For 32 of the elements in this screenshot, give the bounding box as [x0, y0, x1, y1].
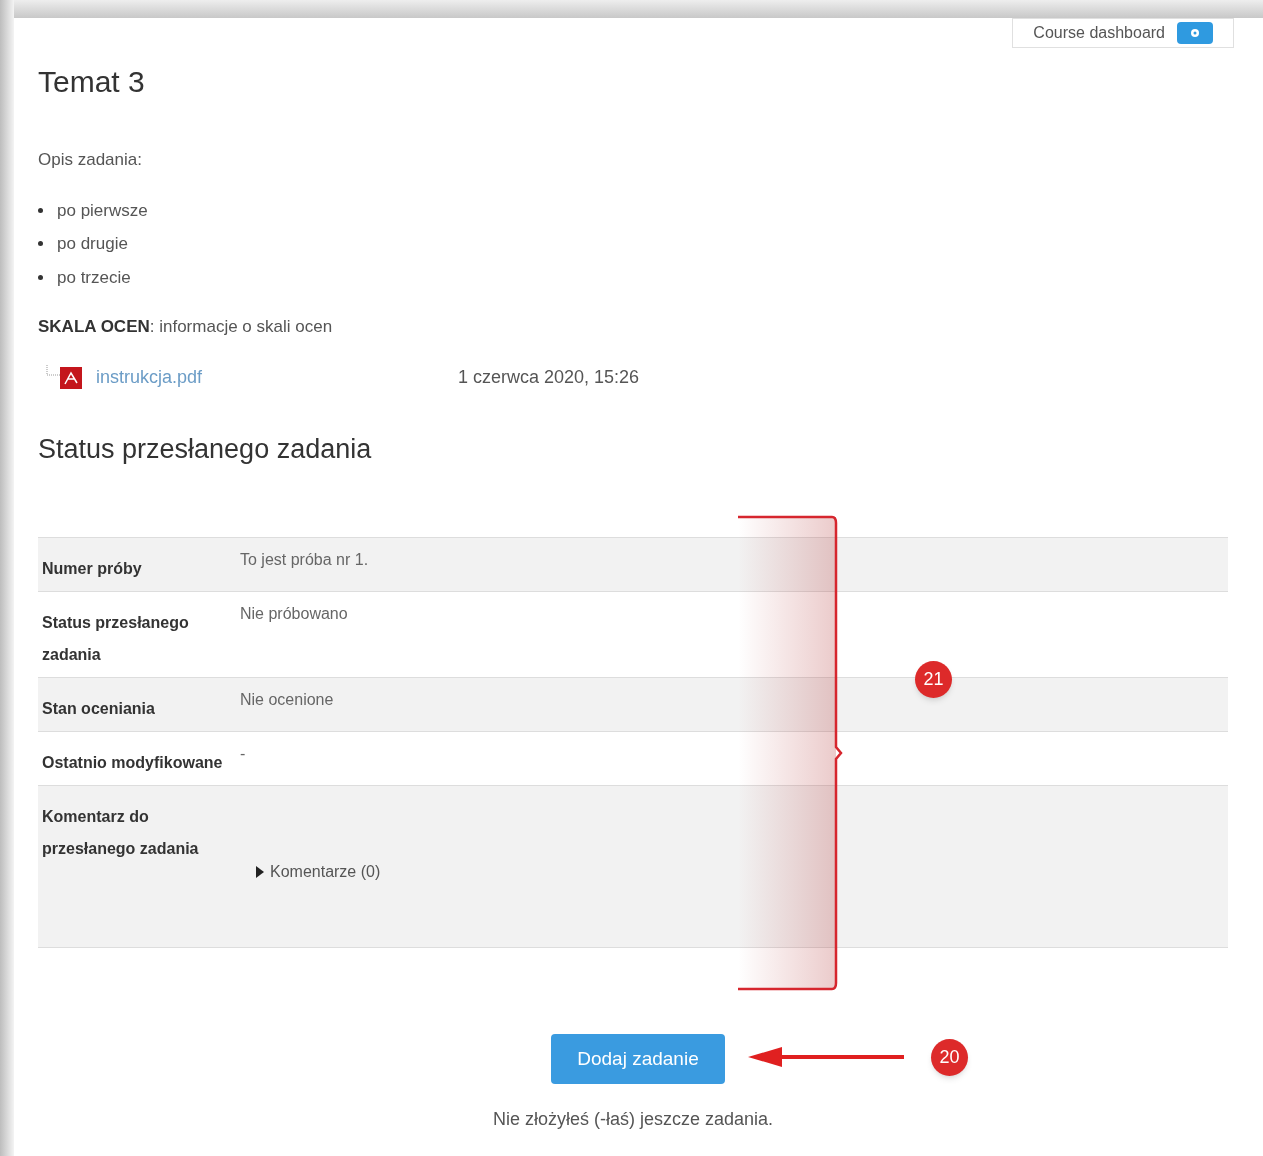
- pdf-icon: [60, 366, 82, 389]
- grading-scale-note: SKALA OCEN: informacje o skali ocen: [38, 316, 334, 338]
- row-label: Komentarz do przesłanego zadania: [42, 807, 200, 859]
- submission-note: Nie złożyłeś (-łaś) jeszcze zadania.: [492, 1108, 774, 1131]
- file-date: 1 czerwca 2020, 15:26: [458, 366, 640, 389]
- description-heading: Opis zadania:: [38, 149, 143, 171]
- tree-connector: [46, 364, 60, 379]
- page-title: Temat 3: [38, 64, 146, 100]
- arrow-icon: [748, 1047, 906, 1067]
- add-submission-button[interactable]: Dodaj zadanie: [551, 1034, 725, 1084]
- annotation-badge: 20: [931, 1039, 968, 1076]
- list-item: po trzecie: [57, 266, 131, 289]
- row-value: To jest próba nr 1.: [240, 551, 369, 568]
- list-item: po pierwsze: [57, 199, 148, 222]
- settings-button[interactable]: [1177, 22, 1213, 44]
- row-label: Numer próby: [42, 559, 143, 579]
- row-value: -: [240, 745, 246, 762]
- row-label: Ostatnio modyfikowane: [42, 753, 224, 773]
- gear-icon: [1189, 27, 1201, 39]
- row-label: Stan oceniania: [42, 699, 156, 719]
- course-dashboard-label: Course dashboard: [1033, 23, 1165, 43]
- caret-icon: [256, 866, 264, 878]
- row-value: Nie ocenione: [240, 691, 334, 708]
- file-link[interactable]: instrukcja.pdf: [96, 364, 458, 391]
- bullet-icon: [38, 241, 43, 247]
- comments-toggle[interactable]: Komentarze (0): [256, 860, 381, 884]
- bullet-icon: [38, 207, 43, 213]
- section-heading: Status przesłanego zadania: [38, 432, 373, 466]
- list-item: po drugie: [57, 233, 128, 255]
- row-label: Status przesłanego zadania: [42, 613, 190, 665]
- row-value: Nie próbowano: [240, 605, 348, 622]
- bullet-icon: [38, 274, 43, 280]
